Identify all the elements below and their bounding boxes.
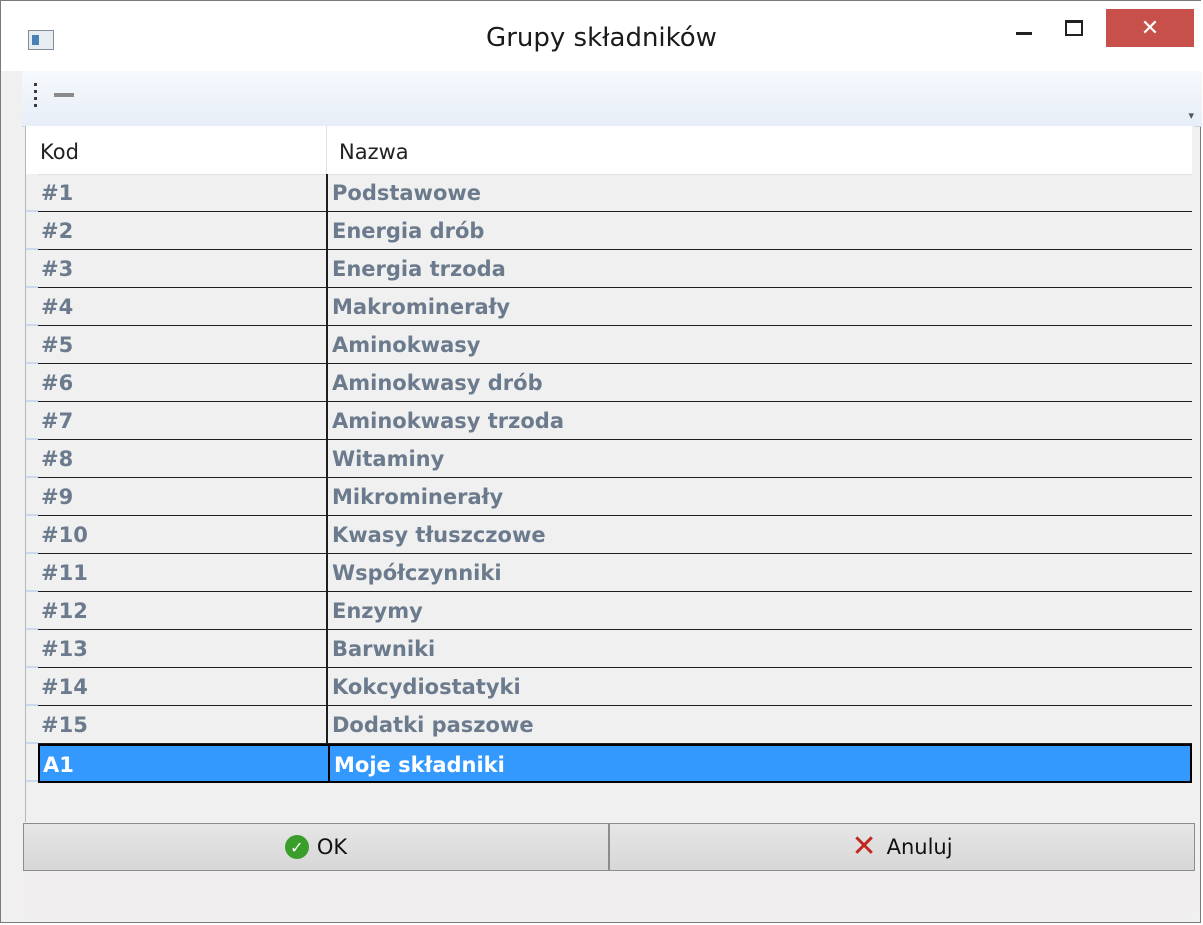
cell-kod[interactable]: #11 <box>38 554 326 591</box>
cell-kod[interactable]: #15 <box>38 706 326 743</box>
table-row[interactable]: #8 Witaminy <box>38 440 1192 478</box>
cell-nazwa[interactable]: Kokcydiostatyki <box>326 668 1192 705</box>
cell-kod[interactable]: #4 <box>38 288 326 325</box>
cell-nazwa[interactable]: Aminokwasy <box>326 326 1192 363</box>
cell-nazwa[interactable]: Energia drób <box>326 212 1192 249</box>
cell-kod[interactable]: #14 <box>38 668 326 705</box>
cell-kod[interactable]: #9 <box>38 478 326 515</box>
table-row[interactable]: #2 Energia drób <box>38 212 1192 250</box>
cell-nazwa[interactable]: Makrominerały <box>326 288 1192 325</box>
status-bar <box>23 873 1195 917</box>
groups-grid: Kod Nazwa #1 Podstawowe #2 Energia drób #3 En… <box>25 126 1194 822</box>
table-row[interactable]: #6 Aminokwasy drób <box>38 364 1192 402</box>
column-header-nazwa[interactable]: Nazwa <box>326 126 1192 174</box>
cell-kod[interactable]: #2 <box>38 212 326 249</box>
cell-kod[interactable]: #12 <box>38 592 326 629</box>
cell-nazwa[interactable]: Podstawowe <box>326 174 1192 211</box>
ok-button[interactable]: ✓ OK <box>23 823 609 871</box>
table-row[interactable]: #12 Enzymy <box>38 592 1192 630</box>
cell-kod[interactable]: #1 <box>38 174 326 211</box>
cell-kod[interactable]: #8 <box>38 440 326 477</box>
cell-kod[interactable]: #6 <box>38 364 326 401</box>
close-button[interactable]: ✕ <box>1106 9 1194 47</box>
dialog-window: Grupy składników ✕ ▾ Kod Nazwa #1 Podstaw… <box>0 0 1202 923</box>
toolbar-grip-icon[interactable] <box>34 83 37 107</box>
table-row[interactable]: #3 Energia trzoda <box>38 250 1192 288</box>
cell-nazwa[interactable]: Mikrominerały <box>326 478 1192 515</box>
cell-nazwa[interactable]: Moje składniki <box>328 746 1194 783</box>
close-icon: ✕ <box>1140 15 1160 41</box>
remove-icon[interactable] <box>54 93 74 97</box>
cell-nazwa[interactable]: Witaminy <box>326 440 1192 477</box>
cell-kod[interactable]: #7 <box>38 402 326 439</box>
table-row[interactable]: #7 Aminokwasy trzoda <box>38 402 1192 440</box>
cell-kod[interactable]: #3 <box>38 250 326 287</box>
table-row[interactable]: #1 Podstawowe <box>38 174 1192 212</box>
cell-nazwa[interactable]: Kwasy tłuszczowe <box>326 516 1192 553</box>
table-row[interactable]: #13 Barwniki <box>38 630 1192 668</box>
table-row[interactable]: #10 Kwasy tłuszczowe <box>38 516 1192 554</box>
cell-nazwa[interactable]: Enzymy <box>326 592 1192 629</box>
dialog-buttons: ✓ OK ✕ Anuluj <box>23 823 1195 871</box>
minimize-button[interactable] <box>1001 9 1047 47</box>
toolbar: ▾ <box>22 71 1202 127</box>
ok-button-label: OK <box>316 835 348 859</box>
cross-icon: ✕ <box>851 829 877 864</box>
minimize-icon <box>1016 31 1032 35</box>
maximize-button[interactable] <box>1051 9 1097 47</box>
cell-nazwa[interactable]: Dodatki paszowe <box>326 706 1192 743</box>
table-row[interactable]: #15 Dodatki paszowe <box>38 706 1192 744</box>
cell-nazwa[interactable]: Aminokwasy drób <box>326 364 1192 401</box>
table-row[interactable]: #4 Makrominerały <box>38 288 1192 326</box>
table-row[interactable]: #9 Mikrominerały <box>38 478 1192 516</box>
cell-kod[interactable]: #5 <box>38 326 326 363</box>
cell-kod[interactable]: #10 <box>38 516 326 553</box>
cell-nazwa[interactable]: Współczynniki <box>326 554 1192 591</box>
cell-kod[interactable]: #13 <box>38 630 326 667</box>
maximize-icon <box>1065 20 1083 36</box>
table-row[interactable]: #14 Kokcydiostatyki <box>38 668 1192 706</box>
cancel-button[interactable]: ✕ Anuluj <box>609 823 1195 871</box>
check-icon: ✓ <box>284 835 309 859</box>
column-header-kod[interactable]: Kod <box>26 126 326 174</box>
cell-nazwa[interactable]: Energia trzoda <box>326 250 1192 287</box>
table-row[interactable]: #11 Współczynniki <box>38 554 1192 592</box>
grid-rows: #1 Podstawowe #2 Energia drób #3 Energia trzo… <box>38 174 1192 783</box>
title-bar[interactable]: Grupy składników ✕ <box>1 1 1202 71</box>
toolbar-overflow-icon[interactable]: ▾ <box>1188 109 1194 122</box>
cell-nazwa[interactable]: Aminokwasy trzoda <box>326 402 1192 439</box>
row-header-strip[interactable] <box>26 174 38 782</box>
grid-header: Kod Nazwa <box>26 126 1192 175</box>
cell-nazwa[interactable]: Barwniki <box>326 630 1192 667</box>
cancel-button-label: Anuluj <box>886 835 953 859</box>
table-row[interactable]: #5 Aminokwasy <box>38 326 1192 364</box>
cell-kod[interactable]: A1 <box>40 746 328 783</box>
table-row[interactable]: A1 Moje składniki <box>38 744 1192 783</box>
